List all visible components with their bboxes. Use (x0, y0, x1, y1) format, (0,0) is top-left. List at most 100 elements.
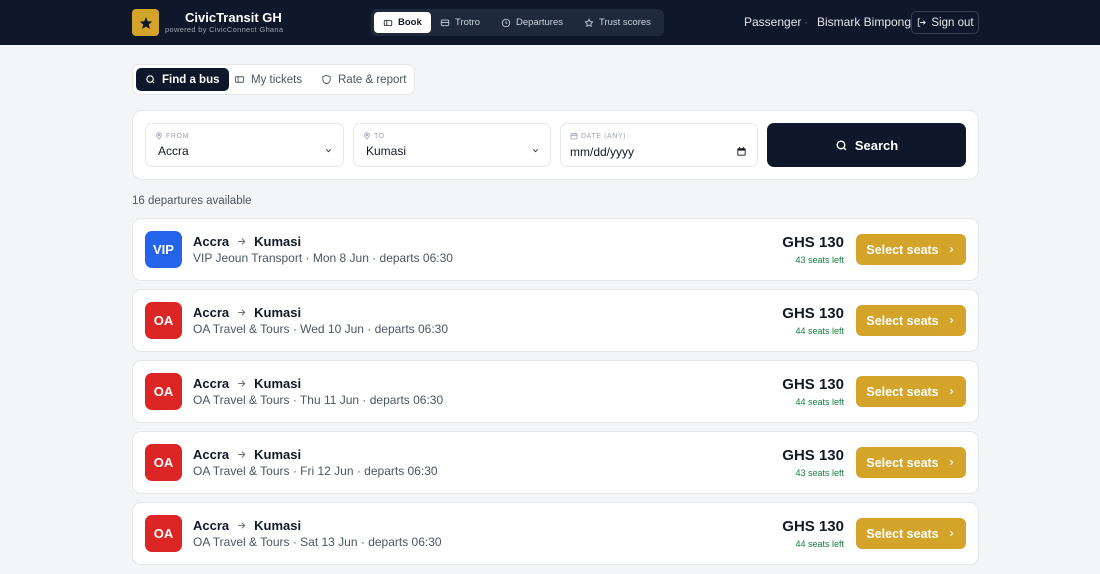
clock-icon (501, 18, 511, 27)
route: Accra Kumasi (193, 518, 301, 533)
route-to: Kumasi (254, 234, 302, 249)
route-to: Kumasi (254, 518, 302, 533)
chevron-right-icon (949, 317, 954, 324)
route-to: Kumasi (254, 305, 302, 320)
results-count: 16 departures available (132, 195, 252, 207)
bus-icon (440, 19, 450, 26)
arrow-right-icon (238, 238, 246, 245)
date-input[interactable]: DATE (ANY) mm/dd/yyyy (560, 123, 758, 167)
user-role: Passenger (744, 15, 802, 29)
select-seats-label: Select seats (866, 526, 939, 541)
route-to: Kumasi (254, 447, 302, 462)
route-from: Accra (193, 518, 230, 533)
nav-tab-label: Departures (516, 17, 563, 28)
departure-details: OA Travel & Tours · Sat 13 Jun · departs… (193, 535, 442, 549)
nav-tab-label: Book (398, 17, 422, 28)
from-label: FROM (166, 132, 190, 140)
select-seats-label: Select seats (866, 313, 939, 328)
operator-badge: OA (145, 444, 182, 481)
search-button-label: Search (854, 137, 899, 153)
price: GHS 130 (782, 518, 844, 535)
brand-subtitle: powered by CivicConnect Ghana (165, 25, 284, 34)
nav-tab-book[interactable]: Book (374, 12, 431, 33)
map-pin-icon (156, 132, 162, 140)
main-nav: Book Trotro Departures Trust scores (371, 9, 664, 36)
price: GHS 130 (782, 447, 844, 464)
to-label-wrap: TO (363, 132, 385, 140)
chevron-right-icon (949, 246, 954, 253)
nav-tab-trust-scores[interactable]: Trust scores (575, 12, 660, 33)
arrow-right-icon (238, 451, 246, 458)
select-seats-button[interactable]: Select seats (856, 376, 966, 407)
to-select[interactable]: TO Kumasi (353, 123, 551, 167)
select-seats-button[interactable]: Select seats (856, 447, 966, 478)
search-icon (836, 139, 847, 150)
seats-left: 44 seats left (795, 539, 844, 549)
brand-title: CivicTransit GH (185, 10, 282, 25)
tab-label: Find a bus (162, 73, 220, 86)
departure-details: OA Travel & Tours · Fri 12 Jun · departs… (193, 464, 438, 478)
departure-details: VIP Jeoun Transport · Mon 8 Jun · depart… (193, 251, 453, 265)
map-pin-icon (364, 132, 370, 140)
logo[interactable] (132, 9, 159, 36)
route: Accra Kumasi (193, 305, 301, 320)
route-from: Accra (193, 234, 230, 249)
logout-icon (918, 18, 927, 27)
select-seats-button[interactable]: Select seats (856, 305, 966, 336)
route: Accra Kumasi (193, 376, 301, 391)
route-to: Kumasi (254, 376, 302, 391)
departure-card[interactable]: OA Accra Kumasi OA Travel & Tours · Fri … (132, 431, 979, 494)
select-seats-label: Select seats (866, 384, 939, 399)
arrow-right-icon (238, 380, 246, 387)
top-bar: CivicTransit GH powered by CivicConnect … (0, 0, 1100, 45)
calendar-icon[interactable] (736, 146, 747, 157)
from-select[interactable]: FROM Accra (145, 123, 344, 167)
nav-tab-departures[interactable]: Departures (492, 12, 572, 33)
from-label-wrap: FROM (155, 132, 189, 140)
select-seats-label: Select seats (866, 455, 939, 470)
seats-left: 44 seats left (795, 326, 844, 336)
date-label: DATE (ANY) (581, 132, 627, 140)
departure-details: OA Travel & Tours · Wed 10 Jun · departs… (193, 322, 449, 336)
sign-out-button[interactable]: Sign out (911, 11, 979, 34)
ticket-icon (234, 76, 245, 83)
chevron-down-icon (532, 149, 539, 153)
date-placeholder: mm/dd/yyyy (570, 145, 635, 159)
chevron-right-icon (949, 530, 954, 537)
user-name: Bismark Bimpong (817, 15, 912, 29)
tab-find-a-bus[interactable]: Find a bus (136, 68, 229, 91)
route-from: Accra (193, 376, 230, 391)
chevron-right-icon (949, 388, 954, 395)
departure-card[interactable]: VIP Accra Kumasi VIP Jeoun Transport · M… (132, 218, 979, 281)
select-seats-button[interactable]: Select seats (856, 518, 966, 549)
price: GHS 130 (782, 305, 844, 322)
route-from: Accra (193, 305, 230, 320)
search-panel: FROM Accra TO Kumasi DATE (ANY) mm/dd/yy… (132, 110, 979, 180)
star-icon (139, 16, 152, 29)
departure-card[interactable]: OA Accra Kumasi OA Travel & Tours · Thu … (132, 360, 979, 423)
seats-left: 43 seats left (795, 255, 844, 265)
select-seats-label: Select seats (866, 242, 939, 257)
booking-tabs: Find a bus My tickets Rate & report (132, 64, 415, 95)
route-from: Accra (193, 447, 230, 462)
seats-left: 43 seats left (795, 468, 844, 478)
nav-tab-trotro[interactable]: Trotro (431, 12, 489, 33)
departure-card[interactable]: OA Accra Kumasi OA Travel & Tours · Wed … (132, 289, 979, 352)
select-seats-button[interactable]: Select seats (856, 234, 966, 265)
shield-icon (322, 74, 331, 85)
ticket-icon (383, 19, 393, 26)
route: Accra Kumasi (193, 234, 301, 249)
to-value: Kumasi (366, 144, 407, 158)
nav-tab-label: Trust scores (599, 17, 651, 28)
operator-badge: OA (145, 515, 182, 552)
search-button[interactable]: Search (767, 123, 966, 167)
tab-my-tickets[interactable]: My tickets (225, 68, 311, 91)
tab-label: Rate & report (338, 73, 407, 86)
nav-tab-label: Trotro (455, 17, 480, 28)
route: Accra Kumasi (193, 447, 301, 462)
arrow-right-icon (238, 522, 246, 529)
departure-card[interactable]: OA Accra Kumasi OA Travel & Tours · Sat … (132, 502, 979, 565)
calendar-icon (570, 133, 578, 140)
tab-rate-report[interactable]: Rate & report (312, 68, 415, 91)
chevron-down-icon (325, 149, 332, 153)
